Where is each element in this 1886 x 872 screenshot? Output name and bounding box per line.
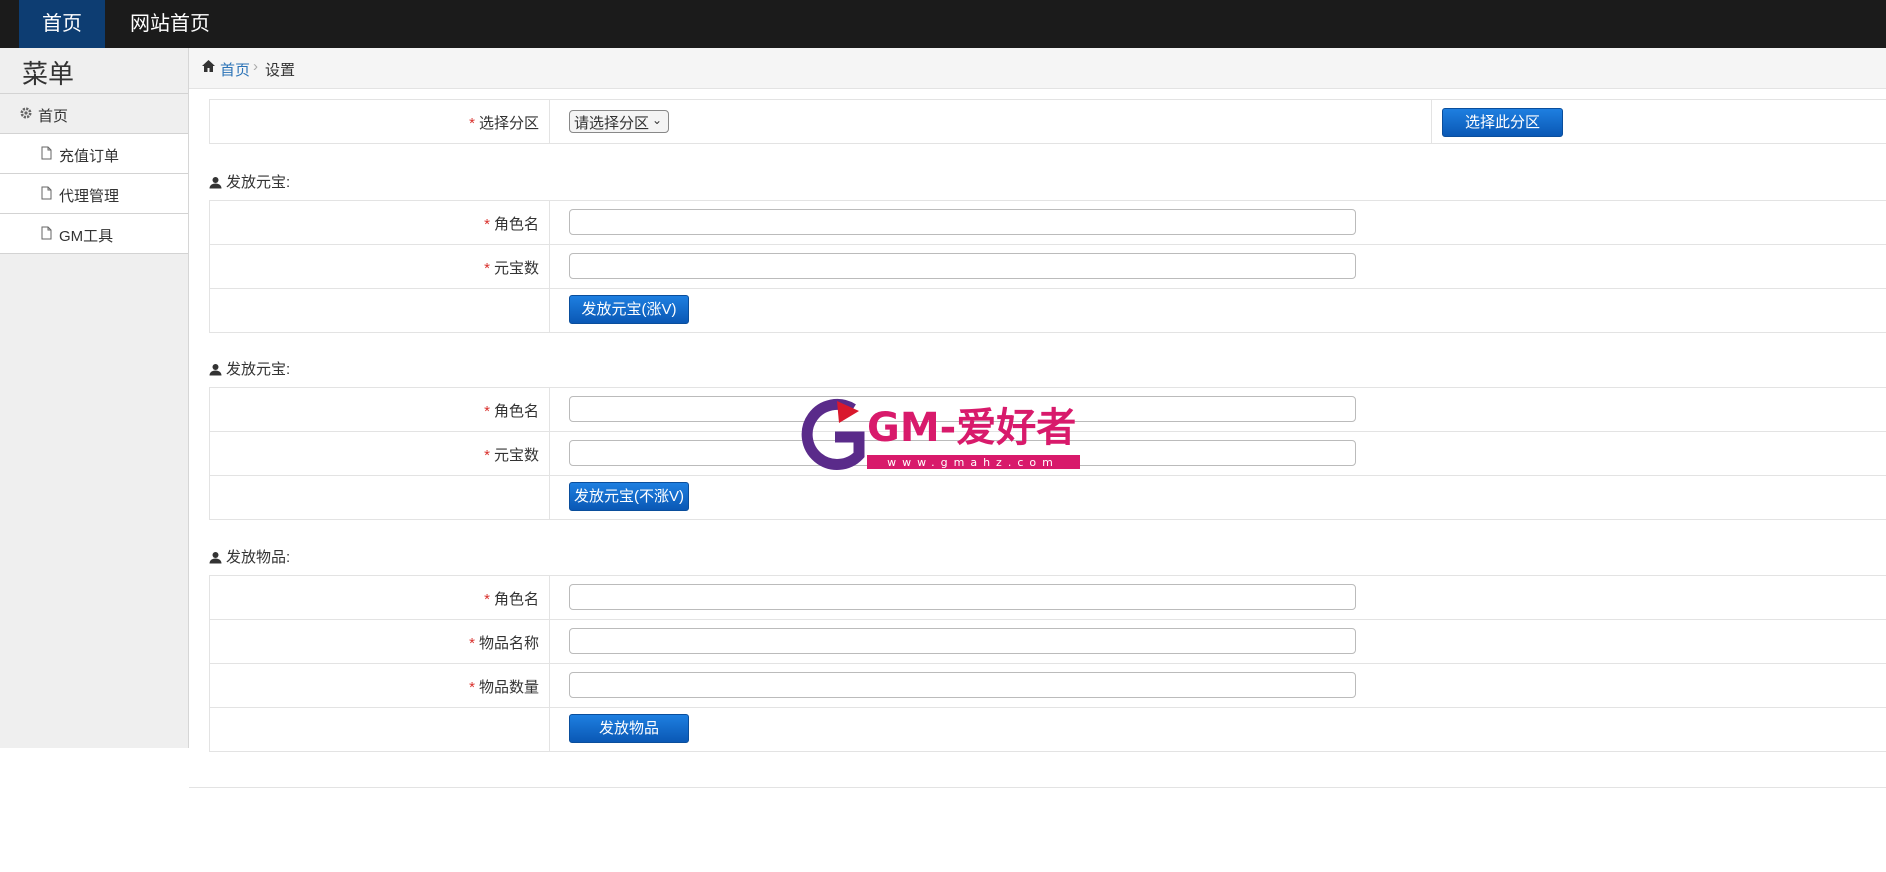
grant-item-form: * 角色名 * 物品名称 * 物品数量 发放物品: [209, 575, 1886, 752]
field-label: 物品名称: [478, 635, 539, 652]
item-quantity-input[interactable]: [569, 672, 1356, 698]
file-icon: [41, 226, 52, 244]
field-label: 元宝数: [493, 447, 539, 464]
gear-icon: [19, 106, 33, 124]
home-icon: [201, 59, 216, 77]
sidebar-item-gm-tools[interactable]: GM工具: [0, 213, 188, 254]
watermark-logo: GM-爱好者 www.gmahz.com: [797, 397, 1082, 475]
zone-select-value: 请选择分区: [574, 115, 650, 132]
role-name-input[interactable]: [569, 584, 1356, 610]
sidebar-item-label: 代理管理: [59, 188, 120, 205]
required-mark: *: [469, 115, 475, 132]
user-icon: [209, 363, 222, 380]
zone-select[interactable]: 请选择分区 ⌄: [569, 110, 669, 133]
grant-ingot-no-v-button[interactable]: 发放元宝(不涨V): [569, 482, 689, 511]
field-label: 角色名: [493, 403, 539, 420]
sidebar-item-recharge-orders[interactable]: 充值订单: [0, 133, 188, 173]
svg-text:GM-爱好者: GM-爱好者: [867, 405, 1076, 451]
top-navbar: 首页 网站首页: [0, 0, 1886, 48]
sidebar-item-label: 充值订单: [59, 148, 120, 165]
breadcrumb-current: 设置: [265, 62, 296, 79]
sidebar: 菜单 首页 充值订单 代理管理 GM工具: [0, 48, 189, 748]
item-name-input[interactable]: [569, 628, 1356, 654]
field-label: 物品数量: [478, 679, 539, 696]
nav-home[interactable]: 首页: [19, 0, 105, 48]
zone-label: 选择分区: [478, 115, 539, 132]
role-name-input[interactable]: [569, 209, 1356, 235]
section-title: 发放物品:: [209, 546, 290, 568]
breadcrumb: 首页 › 设置: [189, 48, 1886, 89]
ingot-amount-input[interactable]: [569, 253, 1356, 279]
footer-divider: [189, 787, 1886, 788]
zone-row: * 选择分区 请选择分区 ⌄ 选择此分区: [210, 100, 1886, 144]
file-icon: [41, 146, 52, 164]
field-label: 元宝数: [493, 260, 539, 277]
breadcrumb-separator: ›: [253, 58, 258, 75]
field-label: 角色名: [493, 216, 539, 233]
zone-select-table: * 选择分区 请选择分区 ⌄ 选择此分区: [209, 99, 1886, 144]
select-zone-button[interactable]: 选择此分区: [1442, 108, 1563, 137]
field-label: 角色名: [493, 591, 539, 608]
grant-ingot-v-form: * 角色名 * 元宝数 发放元宝(涨V): [209, 200, 1886, 333]
chevron-down-icon: ⌄: [651, 113, 662, 127]
file-icon: [41, 186, 52, 204]
user-icon: [209, 176, 222, 193]
breadcrumb-home-link[interactable]: 首页: [220, 59, 250, 80]
grant-item-button[interactable]: 发放物品: [569, 714, 689, 743]
user-icon: [209, 551, 222, 568]
svg-text:www.gmahz.com: www.gmahz.com: [887, 456, 1059, 469]
grant-ingot-v-button[interactable]: 发放元宝(涨V): [569, 295, 689, 324]
section-title: 发放元宝:: [209, 358, 290, 380]
sidebar-item-label: 首页: [38, 108, 69, 125]
sidebar-item-agent-management[interactable]: 代理管理: [0, 173, 188, 213]
nav-site-home[interactable]: 网站首页: [120, 0, 220, 48]
sidebar-item-home[interactable]: 首页: [0, 93, 188, 133]
sidebar-title: 菜单: [22, 59, 75, 89]
sidebar-item-label: GM工具: [59, 228, 114, 245]
section-title: 发放元宝:: [209, 171, 290, 193]
